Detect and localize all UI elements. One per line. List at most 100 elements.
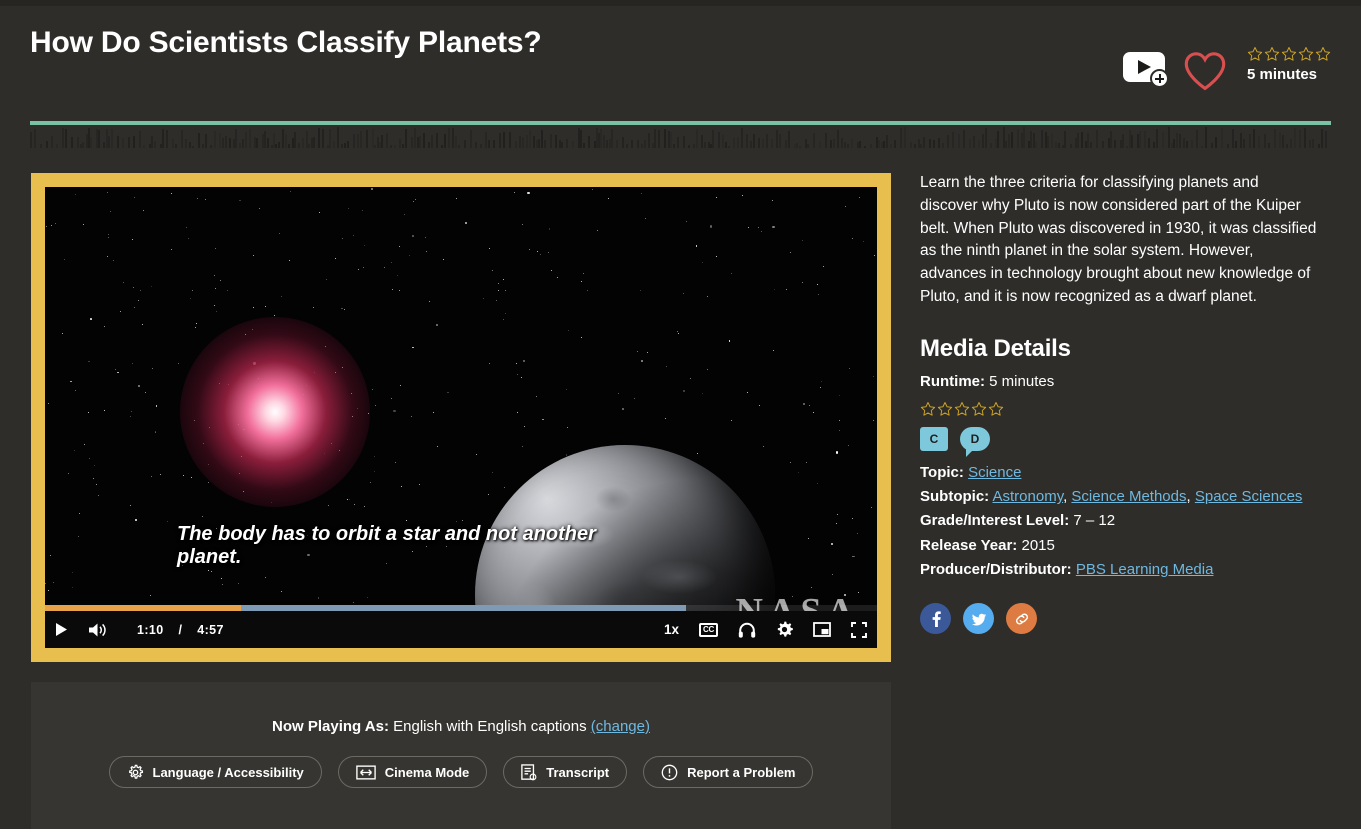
producer-row: Producer/Distributor: PBS Learning Media bbox=[920, 558, 1332, 581]
star-dot bbox=[664, 418, 666, 419]
subtopic-link-space-sciences[interactable]: Space Sciences bbox=[1195, 488, 1303, 505]
twitter-share-button[interactable] bbox=[963, 603, 994, 635]
star-icon[interactable] bbox=[1281, 46, 1297, 62]
cc-icon: CC bbox=[699, 622, 718, 637]
star-dot bbox=[170, 192, 172, 194]
star-dot bbox=[75, 194, 77, 196]
player-controls: 1:10 / 4:57 1x CC bbox=[45, 611, 877, 648]
star-dot bbox=[374, 456, 376, 458]
pip-icon bbox=[813, 622, 831, 637]
star-dot bbox=[151, 285, 153, 287]
transcript-label: Transcript bbox=[546, 764, 610, 780]
star-dot bbox=[196, 198, 198, 200]
star-dot bbox=[216, 310, 218, 312]
star-dot bbox=[227, 290, 229, 292]
topic-link[interactable]: Science bbox=[968, 464, 1021, 481]
audio-description-button[interactable] bbox=[728, 611, 766, 648]
star-icon[interactable] bbox=[937, 401, 953, 417]
heart-icon[interactable] bbox=[1183, 50, 1227, 92]
star-icon[interactable] bbox=[1247, 46, 1263, 62]
change-language-link[interactable]: (change) bbox=[591, 718, 650, 735]
closed-captions-badge[interactable]: C bbox=[920, 426, 948, 451]
star-dot bbox=[831, 542, 834, 545]
subtopic-link-astronomy[interactable]: Astronomy bbox=[993, 488, 1064, 505]
star-rating[interactable] bbox=[1247, 46, 1331, 62]
star-dot bbox=[71, 587, 73, 589]
closed-captions-button[interactable]: CC bbox=[689, 611, 728, 648]
star-dot bbox=[94, 464, 96, 466]
star-icon[interactable] bbox=[988, 401, 1004, 417]
star-dot bbox=[48, 590, 50, 592]
star-dot bbox=[142, 324, 144, 326]
playback-speed-button[interactable]: 1x bbox=[654, 611, 689, 648]
star-dot bbox=[190, 298, 192, 300]
chain-link-icon bbox=[1015, 613, 1028, 625]
volume-button[interactable] bbox=[78, 611, 117, 648]
star-icon[interactable] bbox=[1298, 46, 1314, 62]
star-dot bbox=[238, 583, 240, 584]
audio-description-badge[interactable]: D bbox=[960, 426, 990, 457]
star-dot bbox=[634, 397, 636, 399]
star-icon[interactable] bbox=[954, 401, 970, 417]
star-dot bbox=[394, 462, 396, 464]
fullscreen-button[interactable] bbox=[841, 611, 877, 648]
star-dot bbox=[425, 251, 427, 253]
add-to-playlist-icon[interactable] bbox=[1123, 52, 1169, 88]
report-problem-button[interactable]: Report a Problem bbox=[643, 756, 814, 788]
copy-link-button[interactable] bbox=[1006, 603, 1037, 635]
language-accessibility-label: Language / Accessibility bbox=[152, 764, 304, 780]
cinema-mode-button[interactable]: Cinema Mode bbox=[337, 756, 488, 788]
star-dot bbox=[215, 247, 216, 249]
star-dot bbox=[274, 314, 275, 316]
details-star-rating[interactable] bbox=[920, 401, 1332, 417]
duration: 4:57 bbox=[197, 622, 224, 637]
star-dot bbox=[551, 269, 553, 271]
picture-in-picture-button[interactable] bbox=[803, 611, 841, 648]
star-dot bbox=[403, 213, 405, 215]
star-dot bbox=[773, 288, 775, 290]
star-dot bbox=[646, 351, 648, 353]
star-dot bbox=[514, 192, 516, 194]
star-dot bbox=[123, 282, 124, 283]
star-dot bbox=[617, 393, 619, 395]
star-icon[interactable] bbox=[1315, 46, 1331, 62]
star-dot bbox=[852, 238, 853, 239]
star-dot bbox=[364, 505, 366, 507]
playlist-icon-plus-badge bbox=[1150, 69, 1169, 88]
subtopic-label: Subtopic: bbox=[920, 488, 990, 506]
play-button[interactable] bbox=[45, 611, 78, 648]
star-dot bbox=[154, 431, 156, 433]
star-dot bbox=[542, 418, 544, 421]
language-accessibility-button[interactable]: Language / Accessibility bbox=[108, 756, 322, 788]
star-dot bbox=[741, 195, 743, 197]
subtopic-link-science-methods[interactable]: Science Methods bbox=[1071, 488, 1186, 505]
star-dot bbox=[207, 570, 209, 572]
star-dot bbox=[183, 475, 185, 477]
media-description: Learn the three criteria for classifying… bbox=[920, 174, 1317, 305]
star-dot bbox=[820, 387, 821, 389]
video-stage[interactable]: NASA The body has to orbit a star and no… bbox=[45, 187, 877, 648]
transcript-button[interactable]: Transcript bbox=[503, 756, 628, 788]
star-dot bbox=[353, 601, 354, 603]
facebook-share-button[interactable] bbox=[920, 603, 951, 635]
star-dot bbox=[325, 278, 327, 280]
star-icon[interactable] bbox=[920, 401, 936, 417]
star-dot bbox=[130, 411, 132, 412]
star-dot bbox=[154, 432, 156, 434]
settings-button[interactable] bbox=[766, 611, 803, 648]
star-dot bbox=[580, 280, 582, 282]
exclamation-circle-icon bbox=[661, 764, 678, 780]
producer-link[interactable]: PBS Learning Media bbox=[1076, 561, 1214, 578]
star-icon[interactable] bbox=[971, 401, 987, 417]
star-dot bbox=[858, 196, 860, 198]
star-dot bbox=[63, 258, 65, 260]
star-dot bbox=[821, 381, 823, 383]
gear-icon bbox=[777, 621, 793, 637]
star-icon[interactable] bbox=[1264, 46, 1280, 62]
star-dot bbox=[390, 262, 392, 264]
star-dot bbox=[112, 260, 114, 261]
star-dot bbox=[456, 520, 458, 522]
star-dot bbox=[817, 284, 819, 285]
star-dot bbox=[134, 306, 136, 308]
star-dot bbox=[370, 188, 374, 191]
